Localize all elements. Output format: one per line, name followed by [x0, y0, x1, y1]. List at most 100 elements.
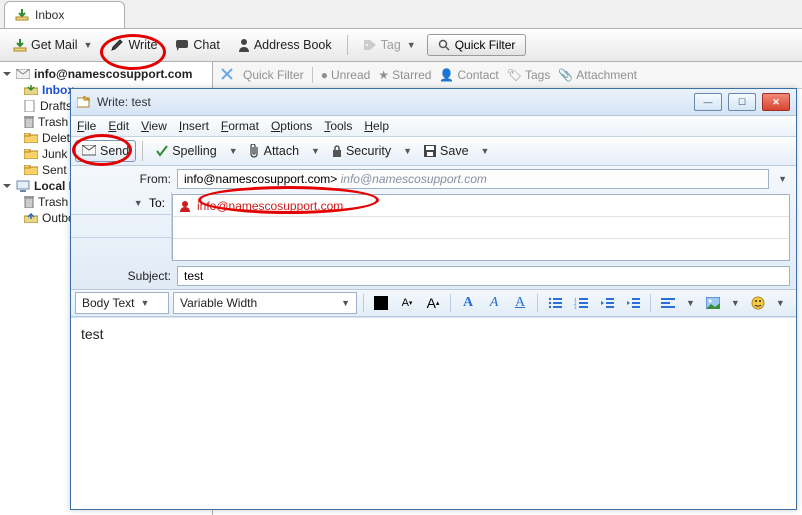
compose-body[interactable]: test	[71, 317, 796, 509]
tab-inbox[interactable]: Inbox	[4, 1, 125, 28]
separator	[363, 294, 364, 312]
emoji-button[interactable]	[747, 292, 769, 314]
font-larger-button[interactable]: A▴	[422, 292, 444, 314]
to-label: To:	[149, 196, 165, 210]
menu-tools[interactable]: Tools	[324, 119, 352, 133]
filter-contact[interactable]: 👤 Contact	[439, 68, 498, 82]
security-button[interactable]: Security	[325, 140, 398, 162]
bold-button[interactable]: A	[457, 292, 479, 314]
chevron-down-icon: ▼	[131, 198, 146, 208]
folder-sent-label: Sent	[42, 163, 67, 177]
address-empty-line[interactable]	[173, 239, 789, 260]
chevron-down-icon[interactable]: ▼	[683, 298, 698, 308]
subject-label: Subject:	[71, 269, 177, 283]
address-empty-row	[71, 238, 171, 260]
menu-options[interactable]: Options	[271, 119, 312, 133]
write-button[interactable]: Write	[103, 34, 164, 56]
search-icon	[438, 39, 450, 51]
maximize-button[interactable]: ☐	[728, 93, 756, 111]
attach-button[interactable]: Attach	[243, 140, 306, 162]
chevron-down-icon: ▼	[84, 40, 93, 50]
quick-filter-label: Quick Filter	[455, 38, 516, 52]
font-select-label: Variable Width	[180, 296, 257, 310]
tag-icon	[363, 39, 377, 51]
filter-attachment[interactable]: 📎 Attachment	[558, 68, 637, 82]
address-empty-row	[71, 215, 171, 238]
insert-image-button[interactable]	[702, 292, 724, 314]
folder-icon	[24, 132, 38, 144]
write-label: Write	[128, 38, 157, 52]
outbox-icon	[24, 213, 38, 223]
chevron-down-icon[interactable]: ▼	[773, 298, 788, 308]
trash-icon	[24, 196, 34, 208]
close-icon[interactable]	[221, 68, 235, 82]
send-label: Send	[100, 144, 129, 158]
to-dropdown[interactable]: ▼ To:	[71, 192, 171, 215]
svg-text:3: 3	[574, 306, 577, 309]
chevron-down-icon[interactable]: ▼	[308, 146, 323, 156]
filter-starred[interactable]: ★ Starred	[378, 68, 431, 82]
separator	[312, 67, 313, 83]
security-label: Security	[346, 144, 391, 158]
chat-button[interactable]: Chat	[168, 34, 226, 56]
chevron-down-icon[interactable]: ▼	[226, 146, 241, 156]
paragraph-select[interactable]: Body Text ▼	[75, 292, 169, 314]
get-mail-button[interactable]: Get Mail ▼	[6, 34, 99, 56]
chevron-down-icon[interactable]: ▼	[478, 146, 493, 156]
bullet-list-button[interactable]	[544, 292, 566, 314]
tree-twisty-icon	[2, 181, 12, 191]
menu-file[interactable]: File	[77, 119, 96, 133]
chat-label: Chat	[193, 38, 219, 52]
indent-button[interactable]	[622, 292, 644, 314]
separator	[142, 141, 143, 161]
italic-button[interactable]: A	[483, 292, 505, 314]
chevron-down-icon[interactable]: ▼	[400, 146, 415, 156]
filter-tags[interactable]: 🏷 Tags	[507, 68, 551, 82]
save-button[interactable]: Save	[417, 140, 476, 162]
minimize-button[interactable]: —	[694, 93, 722, 111]
from-label: From:	[71, 172, 177, 186]
chevron-down-icon[interactable]: ▼	[775, 174, 790, 184]
subject-input[interactable]	[177, 266, 790, 286]
menu-format[interactable]: Format	[221, 119, 259, 133]
from-email-grey: info@namescosupport.com	[341, 172, 487, 186]
send-button[interactable]: Send	[75, 140, 136, 162]
save-icon	[424, 145, 436, 157]
from-field[interactable]: info@namescosupport.com> info@namescosup…	[177, 169, 769, 189]
tag-button[interactable]: Tag ▼	[356, 34, 423, 56]
address-book-label: Address Book	[254, 38, 332, 52]
menu-edit[interactable]: Edit	[108, 119, 129, 133]
menu-view[interactable]: View	[141, 119, 167, 133]
separator	[537, 294, 538, 312]
chevron-down-icon[interactable]: ▼	[728, 298, 743, 308]
outdent-button[interactable]	[596, 292, 618, 314]
menu-insert[interactable]: Insert	[179, 119, 209, 133]
mail-icon	[16, 69, 30, 79]
folder-trash-label: Trash	[38, 115, 68, 129]
folder-icon	[24, 164, 38, 176]
filter-unread[interactable]: ● Unread	[321, 68, 371, 82]
separator	[450, 294, 451, 312]
close-button[interactable]: ✕	[762, 93, 790, 111]
underline-button[interactable]: A	[509, 292, 531, 314]
folder-drafts-label: Drafts	[40, 99, 72, 113]
font-smaller-button[interactable]: A▾	[396, 292, 418, 314]
account-row[interactable]: info@namescosupport.com	[2, 66, 212, 82]
font-select[interactable]: Variable Width ▼	[173, 292, 357, 314]
page-icon	[24, 100, 36, 112]
to-field[interactable]: info@namescosupport.com	[173, 195, 789, 217]
folder-icon	[24, 148, 38, 160]
compose-icon	[77, 96, 91, 108]
local-trash-label: Trash	[38, 195, 68, 209]
numbered-list-button[interactable]: 123	[570, 292, 592, 314]
spelling-button[interactable]: Spelling	[149, 140, 223, 162]
menu-help[interactable]: Help	[364, 119, 389, 133]
get-mail-label: Get Mail	[31, 38, 78, 52]
quick-filter-button[interactable]: Quick Filter	[427, 34, 527, 56]
color-swatch-icon	[374, 296, 388, 310]
text-color-button[interactable]	[370, 292, 392, 314]
address-empty-line[interactable]	[173, 217, 789, 239]
paragraph-select-label: Body Text	[82, 296, 134, 310]
align-button[interactable]	[657, 292, 679, 314]
address-book-button[interactable]: Address Book	[231, 34, 339, 56]
